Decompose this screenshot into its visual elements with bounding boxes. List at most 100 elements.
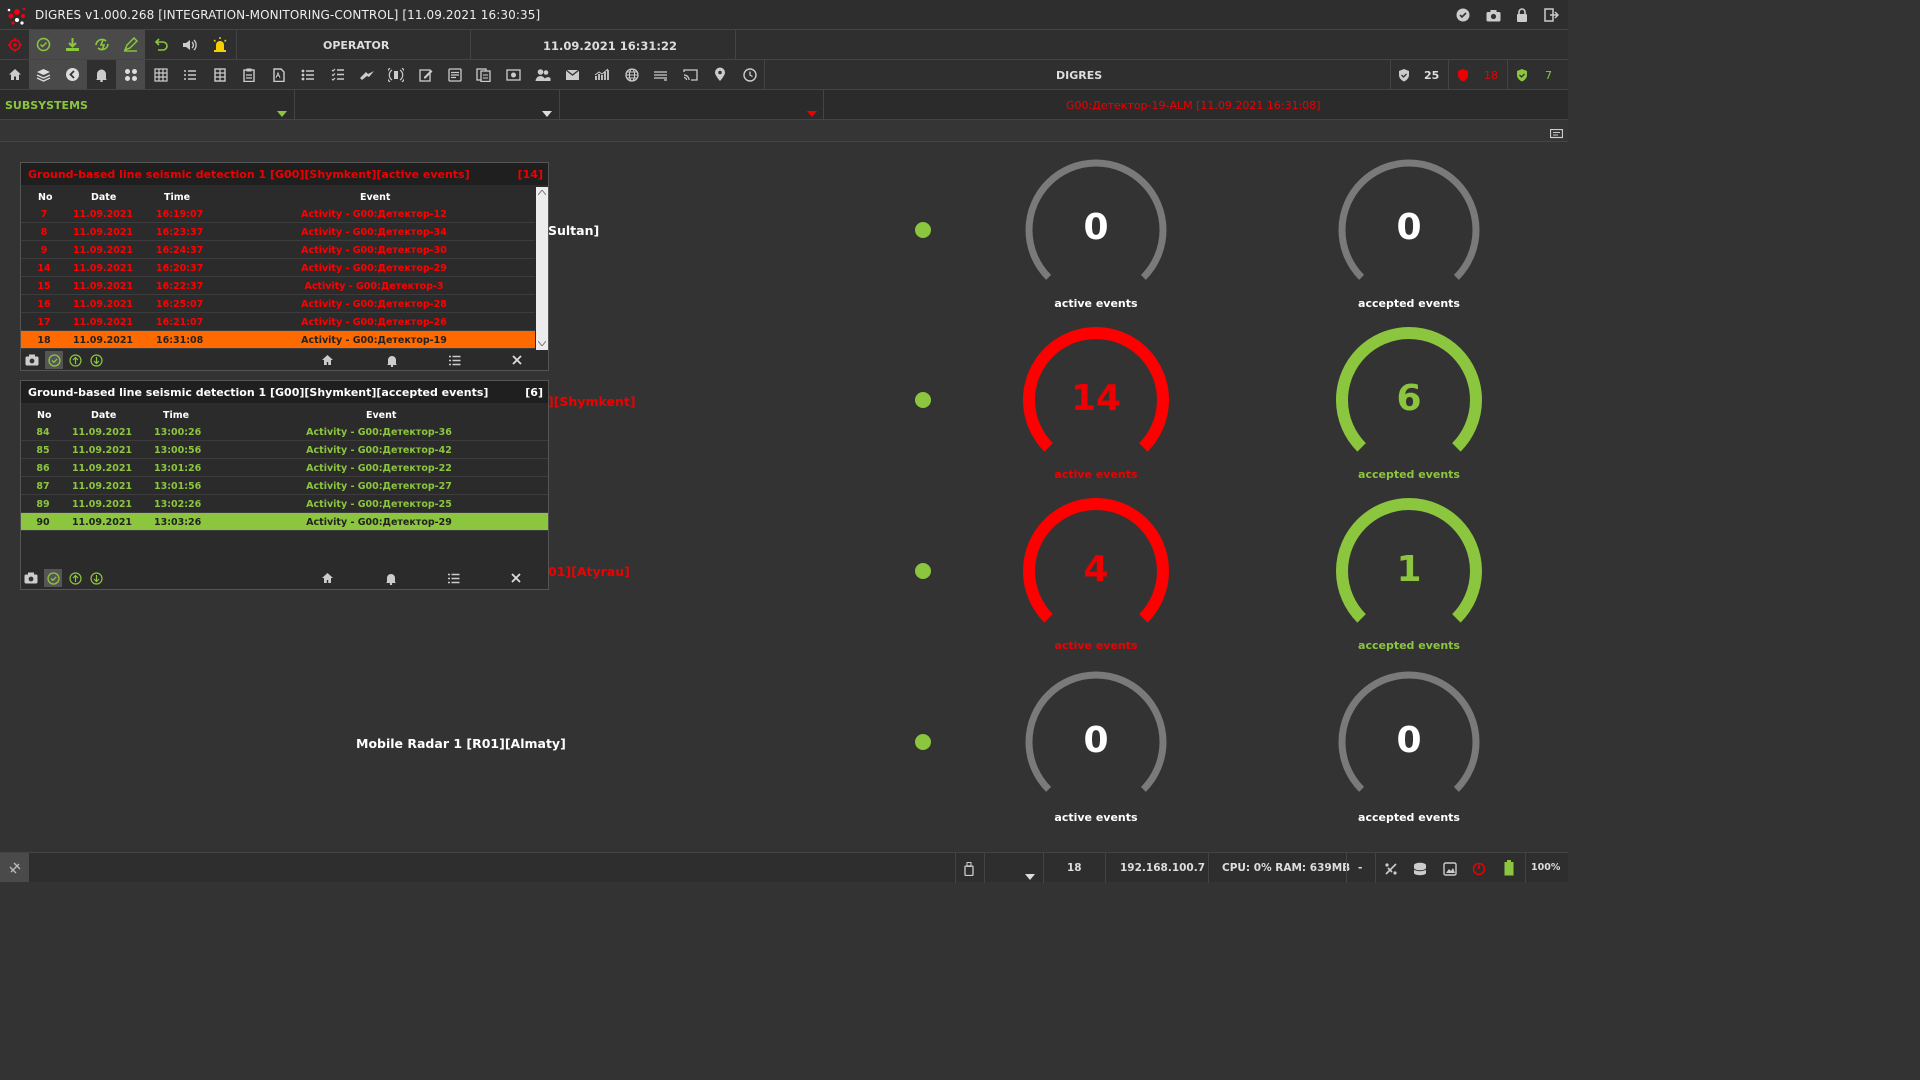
edit-document-icon[interactable] [411,60,440,89]
cell-no: 90 [36,517,50,528]
power-alert-icon[interactable] [1472,861,1486,880]
database-icon[interactable] [1413,861,1427,880]
bullet-list-icon[interactable] [293,60,322,89]
device-dropdown[interactable] [985,853,1043,883]
clipboard-icon[interactable] [234,60,263,89]
column-header[interactable]: No [38,192,52,203]
back-arrow-icon[interactable] [58,60,87,89]
table-row[interactable]: 16 11.09.2021 16:25:07 Activity - G00:Детек… [21,295,535,313]
sensor-wave-icon[interactable] [381,60,410,89]
column-header[interactable]: Event [366,410,396,421]
latest-alarm-text[interactable]: G00:Детектор-19-ALM [11.09.2021 16:31:08… [1066,99,1321,112]
drone-icon[interactable] [352,60,381,89]
confirm-circle-icon[interactable] [45,351,63,369]
close-icon[interactable] [507,569,525,587]
exit-icon[interactable] [1543,7,1559,23]
report-icon[interactable] [440,60,469,89]
usb-drive-icon[interactable] [964,861,974,880]
drone-icon[interactable] [1384,861,1398,880]
column-header[interactable]: Event [360,192,390,203]
pdf-file-icon[interactable] [264,60,293,89]
table-row[interactable]: 85 11.09.2021 13:00:56 Activity - G00:Детек… [21,441,548,459]
table-row[interactable]: 17 11.09.2021 16:21:07 Activity - G00:Детек… [21,313,535,331]
arrow-down-icon[interactable] [87,351,105,369]
camera-icon[interactable] [22,569,40,587]
barrier-icon[interactable] [646,60,675,89]
undo-icon[interactable] [146,30,175,59]
clock-icon[interactable] [735,60,764,89]
subsystems-dropdown[interactable]: SUBSYSTEMS [0,90,294,120]
status-bar: 18 192.168.100.7 CPU: 0% RAM: 639MB - 10… [0,852,1568,883]
speaker-icon[interactable] [175,30,204,59]
ok-shield-icon[interactable] [1507,60,1536,89]
table-row[interactable]: 8 11.09.2021 16:23:37 Activity - G00:Детект… [21,223,535,241]
panel-header: Ground-based line seismic detection 1 [G… [21,381,548,403]
table-icon[interactable] [205,60,234,89]
chart-icon[interactable] [587,60,616,89]
checklist-icon[interactable] [323,60,352,89]
widgets-icon[interactable] [116,60,145,89]
bell-icon[interactable] [382,569,400,587]
scrollbar[interactable] [536,187,548,350]
column-header[interactable]: Date [91,410,116,421]
edit-sign-icon[interactable] [116,30,145,59]
alarm-shield-icon[interactable] [1448,60,1477,89]
users-icon[interactable] [528,60,557,89]
title-bar: DIGRES v1.000.268 [INTEGRATION-MONITORIN… [0,0,1568,30]
arrow-up-icon[interactable] [66,351,84,369]
globe-icon[interactable] [617,60,646,89]
table-row[interactable]: 84 11.09.2021 13:00:26 Activity - G00:Детек… [21,423,548,441]
app-logo [4,3,30,29]
target-icon[interactable] [0,30,29,59]
table-row[interactable]: 87 11.09.2021 13:01:56 Activity - G00:Детек… [21,477,548,495]
chevron-down-icon [277,102,287,121]
documents-icon[interactable] [469,60,498,89]
check-circle-icon[interactable] [1455,7,1471,23]
close-icon[interactable] [508,351,526,369]
column-header[interactable]: Time [163,410,189,421]
grid-icon[interactable] [146,60,175,89]
shield-icon[interactable] [1389,60,1418,89]
list-icon[interactable] [175,60,204,89]
camera-icon[interactable] [23,351,41,369]
alarm-dropdown[interactable] [560,90,823,120]
bell-icon[interactable] [383,351,401,369]
download-icon[interactable] [58,30,87,59]
table-row[interactable]: 14 11.09.2021 16:20:37 Activity - G00:Детек… [21,259,535,277]
table-row[interactable]: 15 11.09.2021 16:22:37 Activity - G00:Детек… [21,277,535,295]
list-icon[interactable] [444,569,462,587]
confirm-circle-icon[interactable] [44,569,62,587]
refresh-bolt-icon[interactable] [87,30,116,59]
arrow-up-icon[interactable] [66,569,84,587]
lock-icon[interactable] [1514,7,1530,23]
screen-capture-icon[interactable] [1443,861,1457,880]
mail-icon[interactable] [558,60,587,89]
table-row[interactable]: 90 11.09.2021 13:03:26 Activity - G00:Детек… [21,513,548,531]
table-row[interactable]: 86 11.09.2021 13:01:26 Activity - G00:Детек… [21,459,548,477]
layers-icon[interactable] [29,60,58,89]
confirm-circle-icon[interactable] [29,30,58,59]
column-header[interactable]: Date [91,192,116,203]
home-icon[interactable] [318,569,336,587]
table-row[interactable]: 89 11.09.2021 13:02:26 Activity - G00:Детек… [21,495,548,513]
satellite-icon[interactable] [0,853,29,882]
cast-icon[interactable] [676,60,705,89]
list-icon[interactable] [445,351,463,369]
cell-time: 16:31:08 [156,335,204,346]
table-row[interactable]: 7 11.09.2021 16:19:07 Activity - G00:Детект… [21,205,535,223]
home-icon[interactable] [318,351,336,369]
arrow-down-icon[interactable] [87,569,105,587]
video-archive-icon[interactable] [499,60,528,89]
cell-date: 11.09.2021 [71,499,133,510]
object-dropdown[interactable] [295,90,559,120]
table-row[interactable]: 18 11.09.2021 16:31:08 Activity - G00:Детек… [21,331,535,349]
column-header[interactable]: Time [164,192,190,203]
bell-icon[interactable] [87,60,116,89]
camera-icon[interactable] [1485,7,1501,23]
active-events-panel: Ground-based line seismic detection 1 [G… [20,162,549,371]
home-icon[interactable] [0,60,29,89]
table-row[interactable]: 9 11.09.2021 16:24:37 Activity - G00:Детект… [21,241,535,259]
alarm-siren-icon[interactable] [205,30,234,59]
column-header[interactable]: No [37,410,51,421]
map-pin-icon[interactable] [705,60,734,89]
